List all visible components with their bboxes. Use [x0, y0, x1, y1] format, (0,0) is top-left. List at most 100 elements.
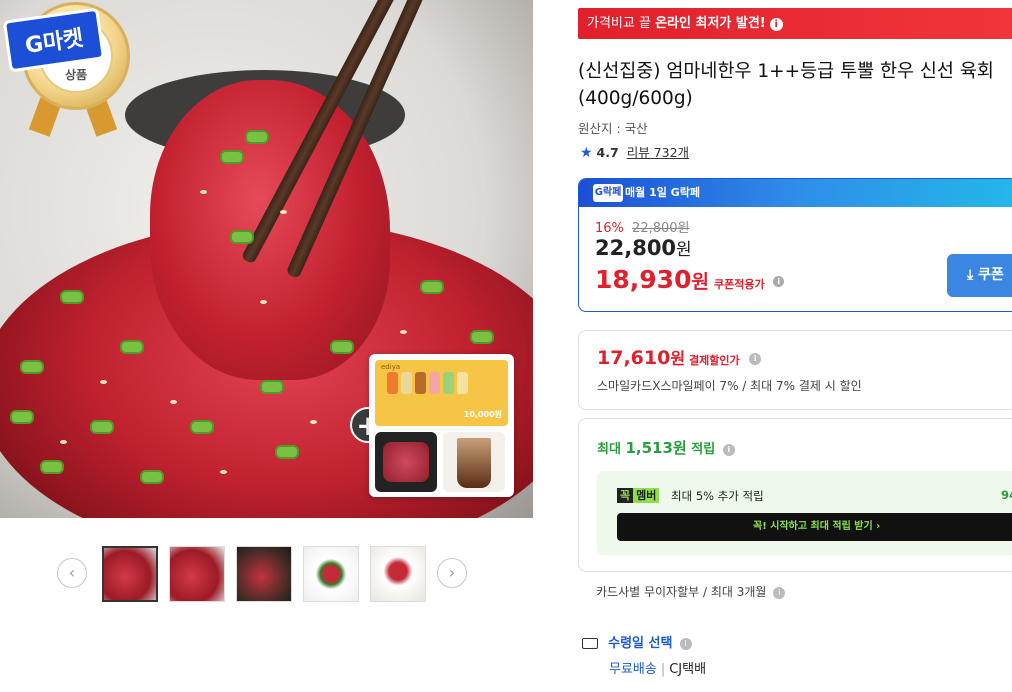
reward-point-box: 최대 1,513원 적립 i 꼭멤버 최대 5% 추가 적립 94 꼭! 시작하… — [578, 418, 1012, 572]
gift-price: 10,000원 — [463, 410, 502, 419]
product-info-panel: 가격비교 끝 온라인 최저가 발견! i (신선집중) 엄마네한우 1++등급 투… — [578, 0, 1012, 692]
rating-score: 4.7 — [596, 145, 619, 160]
sesame-seed — [400, 330, 407, 334]
sesame-seed — [170, 400, 177, 404]
thumbnail-3[interactable] — [236, 546, 292, 602]
gift-voucher: ediya 10,000원 — [375, 360, 508, 426]
installment-text: 카드사별 무이자할부 / 최대 3개월 — [596, 585, 767, 599]
thumbnail-2[interactable] — [169, 546, 225, 602]
free-shipping: 무료배송 — [609, 662, 657, 677]
price-box-header: G락페 매월 1일 G락페 — [579, 179, 1012, 207]
green-onion — [230, 230, 254, 244]
info-icon[interactable]: i — [722, 443, 735, 456]
review-link[interactable]: 리뷰 732개 — [627, 145, 689, 160]
product-title: (신선집중) 엄마네한우 1++등급 투뿔 한우 신선 육회 (400g/600… — [578, 61, 994, 109]
green-onion — [470, 330, 494, 344]
membership-box: 꼭멤버 최대 5% 추가 적립 94 꼭! 시작하고 최대 적립 받기 › — [597, 471, 1012, 555]
download-icon: ⤓ — [967, 267, 974, 283]
product-page: 상품 G마켓 + ediya 10,000원 ‹ › 가격비교 끝 온라인 최저… — [0, 0, 1012, 692]
gift-brand: ediya — [381, 363, 401, 371]
delivery-section: 수령일 선택 i — [582, 632, 692, 651]
product-origin: 원산지 : 국산 — [578, 121, 648, 136]
drink-can — [443, 372, 454, 394]
gmarket-badge: 상품 G마켓 — [0, 0, 130, 137]
payment-discount-box: 17,610원 결제할인가 i 스마일카드X스마일페이 7% / 최대 7% 결제… — [578, 330, 1012, 410]
thumbnail-4[interactable] — [303, 546, 359, 602]
truck-icon — [582, 638, 598, 649]
reward-amount: 1,513원 — [625, 439, 687, 457]
drink-can — [429, 372, 440, 394]
sale-price: 22,800원 — [595, 235, 692, 260]
drink-can — [387, 372, 398, 394]
green-onion — [10, 410, 34, 424]
banner-prefix: 가격비교 끝 — [587, 16, 656, 31]
price-box-header-text: 매월 1일 G락페 — [625, 186, 700, 199]
green-onion — [120, 340, 144, 354]
coupon-price: 18,930원 쿠폰적용가 i — [595, 265, 785, 294]
sesame-seed — [260, 300, 267, 304]
sesame-seed — [220, 470, 227, 474]
main-product-image[interactable]: 상품 G마켓 + ediya 10,000원 — [0, 0, 533, 518]
coupon-price-won: 원 — [691, 271, 709, 293]
installment-info: 카드사별 무이자할부 / 최대 3개월 i — [596, 583, 786, 600]
thumbnail-strip: ‹ › — [55, 546, 475, 604]
green-onion — [330, 340, 354, 354]
coupon-price-value: 18,930 — [595, 265, 692, 294]
info-icon[interactable]: i — [773, 275, 785, 287]
original-price: 22,800원 — [632, 221, 690, 236]
price-box: G락페 매월 1일 G락페 16% 22,800원 22,800원 18,930… — [578, 178, 1012, 312]
payment-price-label: 결제할인가 — [689, 354, 740, 367]
reward-suffix: 적립 — [686, 442, 716, 457]
separator: | — [660, 662, 666, 677]
info-icon[interactable]: i — [773, 586, 786, 599]
green-onion — [90, 420, 114, 434]
thumbnail-5[interactable] — [370, 546, 426, 602]
thumb-next-button[interactable]: › — [437, 558, 467, 588]
membership-logo-kk: 꼭 — [617, 488, 634, 503]
star-icon: ★ — [580, 145, 593, 161]
payment-price: 17,610원 결제할인가 i — [597, 345, 762, 369]
sesame-seed — [280, 210, 287, 214]
membership-cta-button[interactable]: 꼭! 시작하고 최대 적립 받기 › — [617, 513, 1012, 541]
green-onion — [275, 445, 299, 459]
gift-card: ediya 10,000원 — [369, 354, 514, 497]
membership-logo: 꼭 멤버 — [617, 487, 660, 503]
discount-percent: 16% — [595, 221, 624, 236]
green-onion — [60, 290, 84, 304]
green-onion — [20, 360, 44, 374]
delivery-date-select[interactable]: 수령일 선택 — [608, 636, 672, 651]
info-icon[interactable]: i — [679, 637, 692, 650]
discount-row: 16% 22,800원 — [595, 217, 690, 236]
coupon-download-button[interactable]: ⤓ 쿠폰 — [947, 254, 1012, 297]
gift-coffee-image — [443, 432, 505, 492]
shipping-info: 무료배송 | CJ택배 — [609, 658, 706, 677]
payment-price-value: 17,610 — [597, 347, 671, 369]
product-rating: ★ 4.7 리뷰 732개 — [580, 142, 689, 161]
reward-point-title: 최대 1,513원 적립 i — [597, 437, 735, 458]
reward-prefix: 최대 — [597, 442, 626, 457]
drink-can — [415, 372, 426, 394]
info-icon[interactable]: i — [749, 352, 762, 365]
sale-price-won: 원 — [676, 240, 692, 260]
membership-logo-mb: 멤버 — [633, 488, 660, 503]
sale-price-value: 22,800 — [595, 236, 677, 260]
grakpe-logo: G락페 — [593, 184, 623, 202]
green-onion — [260, 380, 284, 394]
info-icon[interactable]: i — [769, 18, 783, 31]
green-onion — [190, 420, 214, 434]
coupon-button-label: 쿠폰 — [978, 267, 1004, 283]
thumbnail-1[interactable] — [102, 546, 158, 602]
green-onion — [140, 470, 164, 484]
green-onion — [40, 460, 64, 474]
coupon-price-tag: 쿠폰적용가 — [713, 278, 765, 291]
thumb-prev-button[interactable]: ‹ — [57, 558, 87, 588]
payment-price-won: 원 — [670, 349, 686, 368]
drink-can — [457, 372, 468, 394]
membership-value: 94 — [1001, 488, 1012, 502]
banner-highlight: 온라인 최저가 발견! — [655, 16, 766, 31]
sesame-seed — [60, 440, 67, 444]
gift-meat-image — [375, 432, 437, 492]
sesame-seed — [100, 380, 107, 384]
green-onion — [220, 150, 244, 164]
lowest-price-banner[interactable]: 가격비교 끝 온라인 최저가 발견! i — [578, 8, 1012, 39]
